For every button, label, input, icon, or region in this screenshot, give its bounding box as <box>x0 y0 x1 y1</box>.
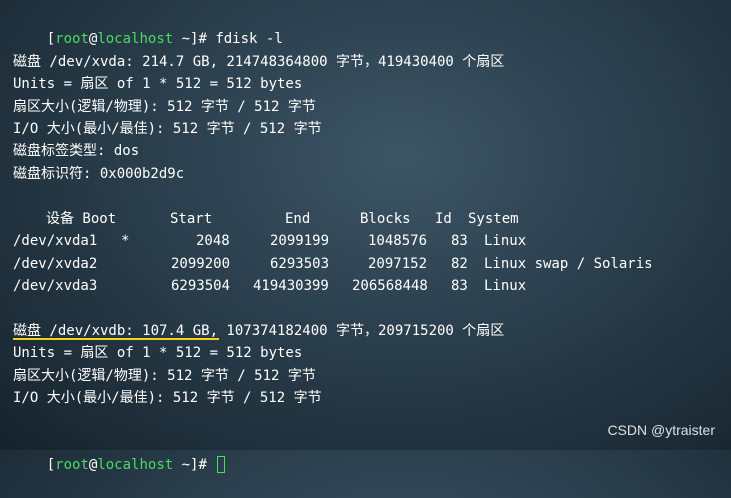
row-blocks: 206568448 <box>352 278 428 294</box>
prompt-bracket: [ <box>46 457 56 473</box>
table-row: /dev/xvda2 2099200 6293503 2097152 82 Li… <box>13 253 713 275</box>
row-end: 2099199 <box>270 233 330 249</box>
disk-label-type: 磁盘标签类型: dos <box>13 143 140 159</box>
row-blocks: 2097152 <box>368 256 428 272</box>
row-blocks: 1048576 <box>368 233 428 249</box>
prompt-host: localhost <box>97 457 174 473</box>
table-row: /dev/xvda1 * 2048 2099199 1048576 83 Lin… <box>13 230 713 252</box>
disk-units: Units = 扇区 of 1 * 512 = 512 bytes <box>13 76 303 92</box>
prompt-user: root <box>55 31 89 47</box>
prompt-path: ~]# <box>173 31 216 47</box>
prompt-bracket: [ <box>46 31 56 47</box>
row-id: 82 <box>451 256 468 272</box>
disk-sector-size: 扇区大小(逻辑/物理): 512 字节 / 512 字节 <box>13 368 316 384</box>
disk-sector-size: 扇区大小(逻辑/物理): 512 字节 / 512 字节 <box>13 99 316 115</box>
disk-io-size: I/O 大小(最小/最佳): 512 字节 / 512 字节 <box>13 121 322 137</box>
row-start: 2099200 <box>171 256 231 272</box>
cursor[interactable] <box>217 456 226 473</box>
col-id-header: Id <box>435 211 452 227</box>
col-blocks-header: Blocks <box>360 211 411 227</box>
prompt-at: @ <box>88 457 98 473</box>
terminal-window: { "prompt1": {"lb":"[", "user":"root", "… <box>0 0 731 473</box>
prompt-host: localhost <box>97 31 174 47</box>
watermark: CSDN @ytraister <box>607 422 715 438</box>
row-end: 419430399 <box>253 278 329 294</box>
col-system-header: System <box>468 211 519 227</box>
row-system: Linux <box>484 278 527 294</box>
col-device-header: 设备 Boot <box>46 211 117 227</box>
row-device: /dev/xvda2 <box>13 256 98 272</box>
disk-io-size: I/O 大小(最小/最佳): 512 字节 / 512 字节 <box>13 390 322 406</box>
prompt-path: ~]# <box>173 457 216 473</box>
row-start: 2048 <box>196 233 230 249</box>
prompt-user: root <box>55 457 89 473</box>
row-device: /dev/xvda1 <box>13 233 98 249</box>
disk-header: 磁盘 /dev/xvda: 214.7 GB, 214748364800 字节，… <box>13 54 505 70</box>
disk-units: Units = 扇区 of 1 * 512 = 512 bytes <box>13 345 303 361</box>
row-id: 83 <box>451 233 468 249</box>
row-end: 6293503 <box>270 256 330 272</box>
disk-identifier: 磁盘标识符: 0x000b2d9c <box>13 166 185 182</box>
col-end-header: End <box>285 211 311 227</box>
table-row: /dev/xvda3 6293504 419430399 206568448 8… <box>13 275 713 297</box>
row-start: 6293504 <box>171 278 231 294</box>
highlight-underline <box>13 338 219 340</box>
row-system: Linux swap / Solaris <box>484 256 653 272</box>
row-device: /dev/xvda3 <box>13 278 98 294</box>
row-system: Linux <box>484 233 527 249</box>
row-boot: * <box>121 233 130 249</box>
command-text: fdisk -l <box>215 31 283 47</box>
col-start-header: Start <box>170 211 213 227</box>
command-line: [root@localhost ~]# fdisk -l <box>13 6 283 47</box>
partition-table-header: 设备 Boot Start End Blocks Id System <box>13 208 713 230</box>
command-line: [root@localhost ~]# <box>13 432 226 473</box>
row-id: 83 <box>451 278 468 294</box>
